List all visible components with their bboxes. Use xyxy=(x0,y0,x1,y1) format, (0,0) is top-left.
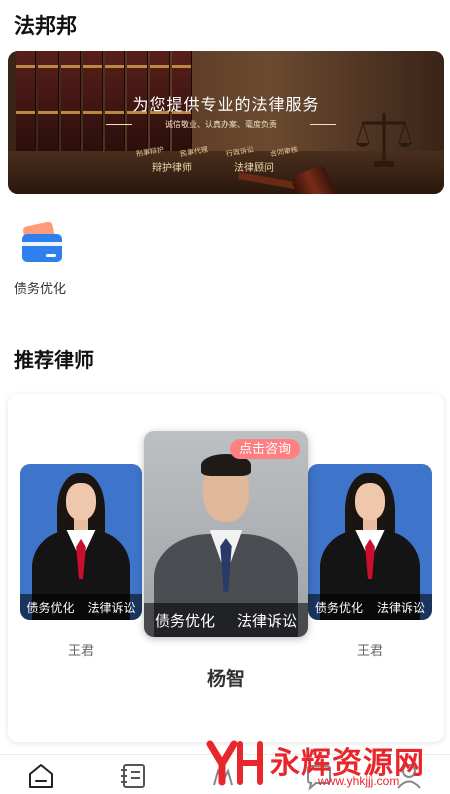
promo-banner[interactable]: 为您提供专业的法律服务 诚信敬业、认真办案、毫度负责 刑事辩护 民事代理 行政诉… xyxy=(8,51,444,194)
lawyer-tags: 债务优化 法律诉讼 xyxy=(144,603,308,637)
list-icon xyxy=(121,764,145,788)
banner-role: 辩护律师 xyxy=(152,163,192,174)
consult-button[interactable]: 点击咨询 xyxy=(229,439,300,459)
lawyer-name: 王君 xyxy=(356,643,383,658)
app-title: 法邦邦 xyxy=(14,15,77,38)
watermark-url: www.yhkjjj.com xyxy=(318,774,400,788)
credit-card-icon xyxy=(20,221,64,264)
lawyer-tag: 法律诉讼 xyxy=(376,600,425,615)
service-debt-optimization[interactable]: 债务优化 xyxy=(14,221,74,296)
lawyer-tag: 债务优化 xyxy=(26,600,75,615)
watermark: 永辉资源网 www.yhkjjj.com xyxy=(200,734,450,794)
lawyer-tag: 法律诉讼 xyxy=(87,600,136,615)
lawyer-name: 王君 xyxy=(67,643,94,658)
tab-home[interactable] xyxy=(26,761,58,791)
lawyer-tag: 债务优化 xyxy=(314,600,363,615)
service-label: 债务优化 xyxy=(14,281,67,296)
lawyer-tags: 债务优化 法律诉讼 xyxy=(20,594,142,620)
home-icon xyxy=(29,764,53,788)
lawyer-tag: 债务优化 xyxy=(154,612,215,630)
lawyer-tag: 法律诉讼 xyxy=(236,612,297,630)
lawyer-card-left[interactable]: 债务优化 法律诉讼 xyxy=(20,464,142,620)
lawyer-name-featured: 杨智 xyxy=(206,669,245,690)
tab-list[interactable] xyxy=(118,761,150,791)
banner-headline: 为您提供专业的法律服务 xyxy=(132,97,320,114)
lawyer-card-right[interactable]: 债务优化 法律诉讼 xyxy=(308,464,432,620)
section-title: 推荐律师 xyxy=(14,350,94,372)
scales-of-justice-icon xyxy=(356,113,412,167)
lawyer-tags: 债务优化 法律诉讼 xyxy=(308,594,432,620)
watermark-logo-icon xyxy=(206,740,263,786)
banner-subline: 诚信敬业、认真办案、毫度负责 xyxy=(106,119,336,130)
lawyer-card-featured[interactable]: 点击咨询 债务优化 法律诉讼 xyxy=(144,431,308,637)
